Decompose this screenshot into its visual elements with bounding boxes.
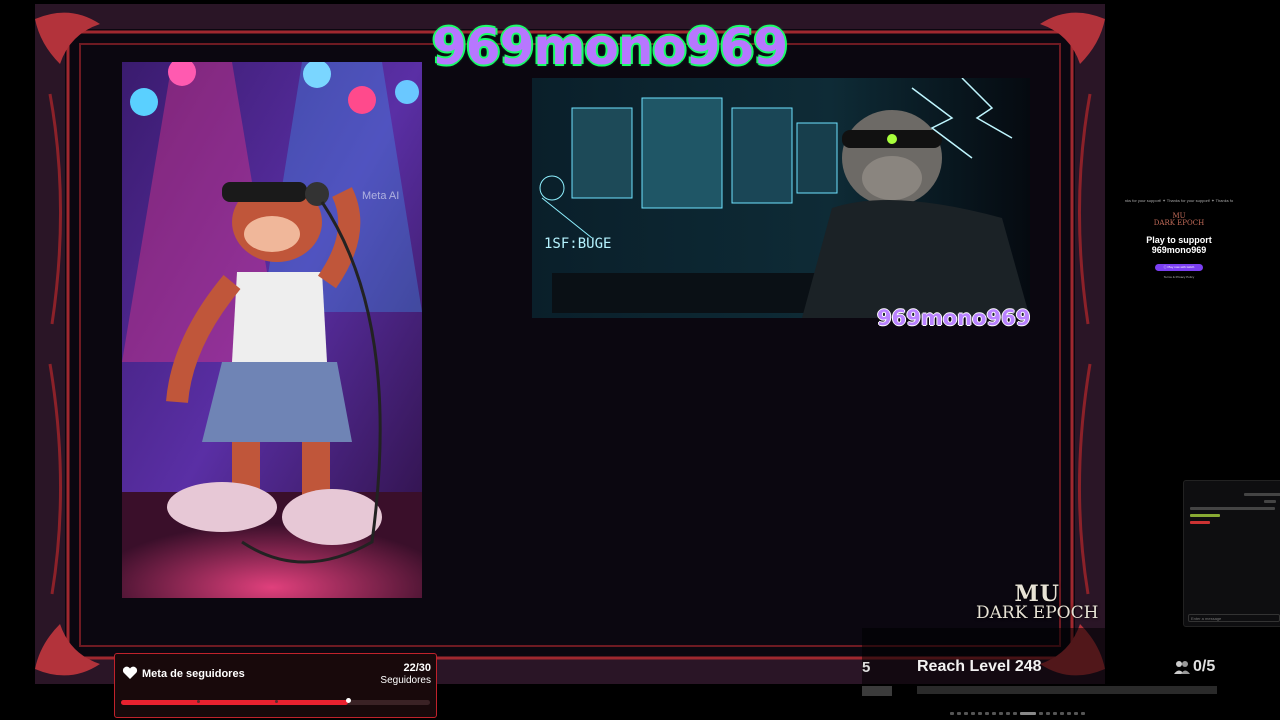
goal-title: Meta de seguidores <box>142 668 245 680</box>
chat-line <box>1264 500 1276 503</box>
support-heading: Play to support 969mono969 <box>1106 235 1252 255</box>
hacker-monkey-image: 1SF:BUGE <box>532 78 1030 318</box>
goal-progress-knob <box>345 698 351 703</box>
stream-name-overlay: 969mono969 <box>877 306 1031 330</box>
chat-input[interactable]: Enter a message <box>1188 614 1280 622</box>
chat-line <box>1244 493 1280 496</box>
support-widget: nks for your support! ✦ Thanks for your … <box>1106 198 1252 298</box>
mu-dark-epoch-logo: MU DARK EPOCH <box>976 581 1099 623</box>
support-line1: Play to support <box>1146 235 1212 245</box>
support-ticker: nks for your support! ✦ Thanks for your … <box>1124 198 1234 203</box>
heart-icon <box>122 666 138 679</box>
chat-panel: Enter a message <box>1183 480 1280 627</box>
chat-line <box>1190 514 1220 517</box>
meta-ai-watermark: Meta AI <box>362 190 400 202</box>
goal-progress-fill <box>121 700 348 705</box>
game-logo-line2: DARK EPOCH <box>976 603 1099 623</box>
chat-line <box>1190 521 1210 524</box>
small-logo-line2: DARK EPOCH <box>1153 219 1205 227</box>
stream-title: 969mono969 <box>432 18 788 76</box>
quest-progress-bar <box>917 686 1217 694</box>
screen-text: 1SF:BUGE <box>544 236 611 252</box>
terms-link[interactable]: Terms & Privacy Policy <box>1106 275 1252 279</box>
goal-unit: Seguidores <box>380 675 431 686</box>
goal-count: 22/30 <box>403 662 431 674</box>
quest-title: Reach Level 248 <box>917 658 1042 675</box>
play-with-twitch-button[interactable]: ⓒ Play now with twitch <box>1155 264 1203 271</box>
follower-goal-widget: Meta de seguidores 22/30 Seguidores <box>114 653 437 718</box>
quest-slot <box>874 686 892 696</box>
carousel-dots <box>950 702 1130 715</box>
mu-dark-epoch-small-logo: MU DARK EPOCH <box>1106 213 1252 227</box>
support-line2: 969mono969 <box>1151 245 1207 255</box>
users-icon <box>1174 661 1190 674</box>
quest-tracker: 5 Reach Level 248 0/5 <box>862 628 1222 700</box>
quest-progress: 0/5 <box>1193 658 1216 675</box>
monkey-singer-image <box>122 62 422 598</box>
quest-prev-fragment: 5 <box>862 659 871 676</box>
game-logo-line1: MU <box>1014 581 1060 607</box>
goal-milestone-dot <box>275 700 278 703</box>
goal-milestone-dot <box>197 700 200 703</box>
chat-line <box>1190 507 1275 510</box>
